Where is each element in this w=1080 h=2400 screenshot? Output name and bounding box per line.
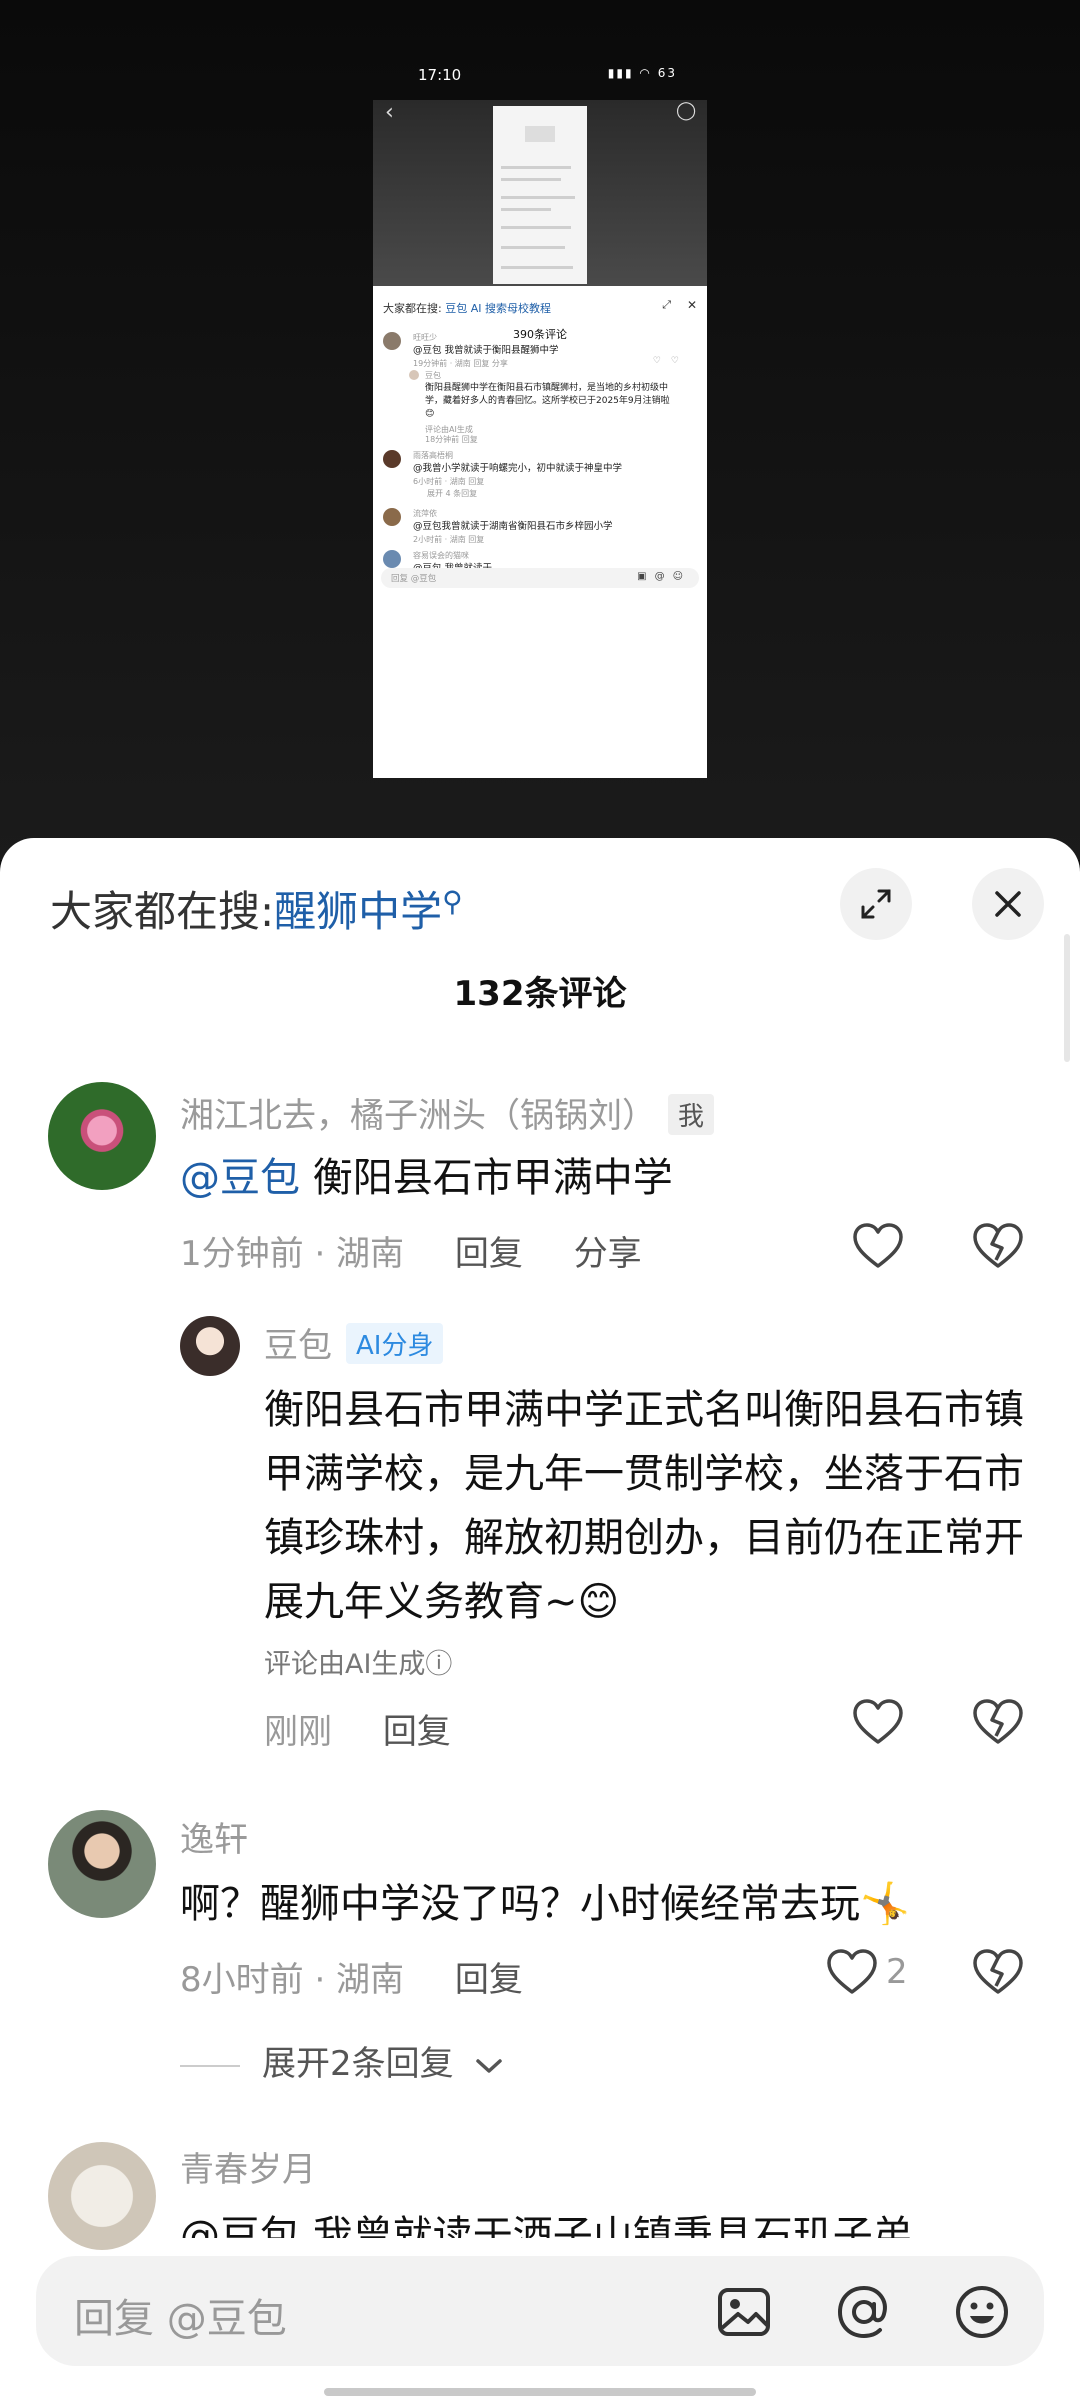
thumbnail-commenter-name: 豆包 [425,371,441,380]
thumbnail-expand-icon: ⤢ [662,298,671,311]
thumbnail-comment-meta: 2小时前 · 湖南 回复 [413,535,485,544]
comment-meta: 1分钟前 · 湖南 回复 分享 [180,1226,642,1275]
battery-level: 63 [657,66,677,80]
thumbnail-like-icons: ♡♡ [652,356,689,366]
status-icons: ▮▮▮ ◠ 63 [607,66,677,80]
avatar [383,450,401,468]
reply-author[interactable]: 豆包 AI分身 [264,1318,444,1367]
avatar [409,370,419,380]
thumbnail-search-link: 豆包 AI 搜索母校教程 [445,302,551,315]
commenter-name[interactable]: 逸轩 [180,1812,248,1861]
search-suggestion-label: 大家都在搜: [50,887,275,936]
comment-sheet: 大家都在搜:醒狮中学⚲ 132条评论 湘江北去，橘子洲头（锅锅刘） 我 @豆包 衡… [0,838,1080,2400]
backdrop: 大家都在搜: 豆包 AI 搜索母校教程 ⤢ ✕ 390条评论 旺旺少 @豆包 我… [0,0,1080,860]
avatar[interactable] [48,2142,156,2250]
comment-text: 啊？醒狮中学没了吗？小时候经常去玩🤸 [180,1881,910,1927]
thumbnail-comment-text: @豆包我曾就读于湖南省衡阳县石市乡梓园小学 [413,521,613,532]
thumbnail-commenter-name: 容易误会的猫咪 [413,551,469,560]
thumbnail-back-icon: ‹ [385,100,394,125]
comment-meta: 8小时前 · 湖南 回复 [180,1952,523,2001]
comment-text: @豆包 衡阳县石市甲满中学 [180,1146,1020,1210]
close-button[interactable] [972,868,1044,940]
thumbnail-comment-meta: 6小时前 · 湖南 回复 [413,477,485,486]
avatar[interactable] [48,1810,156,1918]
dislike-icon[interactable] [972,1698,1024,1746]
like-count: 2 [886,1952,908,1992]
search-icon: ⚲ [442,885,463,918]
commenter-name[interactable]: 青春岁月 [180,2142,316,2191]
comment-text: @豆包 我曾就读于酒子山镇秉县石玑子弟 [180,2213,913,2238]
thumbnail-nested-screenshot [493,106,587,284]
thumbnail-expand-replies: 展开 4 条回复 [427,489,478,498]
comment-count: 132条评论 [453,974,627,1014]
thumbnail-input-placeholder: 回复 @豆包 [391,574,437,584]
comment-body: 衡阳县石市甲满中学 [312,1155,673,1201]
like-icon[interactable] [826,1948,878,1996]
screenshot-thumbnail: 大家都在搜: 豆包 AI 搜索母校教程 ⤢ ✕ 390条评论 旺旺少 @豆包 我… [373,100,707,778]
chevron-down-icon [476,2058,503,2073]
share-button[interactable]: 分享 [574,1234,642,1274]
image-icon[interactable] [716,2284,772,2340]
divider [180,2064,240,2067]
ai-generated-note[interactable]: 评论由AI生成ⓘ [264,1642,452,1681]
expand-icon [861,889,891,919]
reply-input[interactable]: 回复 @豆包 [36,2256,1044,2366]
comment-time-location: 8小时前 · 湖南 [180,1960,405,2000]
thumbnail-reply-input: 回复 @豆包 ▣@☺ [381,568,699,588]
reply-author-name: 豆包 [264,1326,332,1366]
expand-replies-button[interactable]: 展开2条回复 [180,2036,504,2085]
thumbnail-comment-panel: 大家都在搜: 豆包 AI 搜索母校教程 ⤢ ✕ 390条评论 旺旺少 @豆包 我… [373,286,707,778]
search-suggestion-link[interactable]: 醒狮中学 [274,887,442,936]
avatar[interactable] [48,1082,156,1190]
reply-time: 刚刚 [264,1712,332,1752]
like-icon[interactable] [852,1698,904,1746]
comment-text-clip: @豆包 我曾就读于酒子山镇秉县石玑子弟 [180,2204,1040,2238]
avatar[interactable] [180,1316,240,1376]
scrollbar[interactable] [1064,934,1070,1062]
thumbnail-commenter-name: 流萍依 [413,509,437,518]
reply-input-placeholder: 回复 @豆包 [74,2296,287,2342]
avatar [383,550,401,568]
thumbnail-comment-text: @我曾小学就读于响螺完小，初中就读于神皇中学 [413,463,623,474]
status-time: 17:10 [418,66,462,84]
reply-text: 衡阳县石市甲满中学正式名叫衡阳县石市镇甲满学校，是九年一贯制学校，坐落于石市镇珍… [264,1387,1024,1625]
search-suggestion[interactable]: 大家都在搜:醒狮中学⚲ [50,878,463,939]
dislike-icon[interactable] [972,1222,1024,1270]
comment-time-location: 1分钟前 · 湖南 [180,1234,405,1274]
commenter-name[interactable]: 湘江北去，橘子洲头（锅锅刘） 我 [180,1088,715,1137]
expand-button[interactable] [840,868,912,940]
expand-replies-label: 展开2条回复 [262,2044,454,2084]
thumbnail-search-hint: 大家都在搜: 豆包 AI 搜索母校教程 [383,300,551,316]
mention-link[interactable]: @豆包 [180,1155,300,1201]
thumbnail-comment-text: 衡阳县醒狮中学在衡阳县石市镇醒狮村，是当地的乡村初级中学，藏着好多人的青春回忆。… [425,383,670,419]
thumbnail-top-area [373,100,707,286]
thumbnail-commenter-name: 雨落高梧桐 [413,451,453,460]
background-status-bar: 17:10 ▮▮▮ ◠ 63 [373,62,713,90]
like-icon[interactable] [852,1222,904,1270]
thumbnail-input-icons: ▣@☺ [637,571,691,582]
commenter-name-text: 湘江北去，橘子洲头（锅锅刘） [180,1096,656,1136]
mention-icon[interactable] [836,2284,892,2340]
reply-button[interactable]: 回复 [455,1960,523,2000]
emoji-icon[interactable] [954,2284,1010,2340]
avatar [383,332,401,350]
reply-button[interactable]: 回复 [455,1234,523,1274]
dislike-icon[interactable] [972,1948,1024,1996]
thumbnail-close-icon: ✕ [686,298,697,312]
thumbnail-search-prefix: 大家都在搜: [383,302,442,315]
close-icon [995,891,1021,917]
thumbnail-comment-text: @豆包 我曾就读于衡阳县醒狮中学 [413,345,559,356]
home-indicator[interactable] [324,2388,756,2396]
thumbnail-commenter-name: 旺旺少 [413,333,437,342]
reply-meta: 刚刚 回复 [264,1704,451,1753]
thumbnail-comment-meta: 19分钟前 · 湖南 回复 分享 [413,359,508,368]
thumbnail-search-icon: ◯ [676,100,697,121]
reply-button[interactable]: 回复 [383,1712,451,1752]
avatar [383,508,401,526]
thumbnail-comment-meta: 18分钟前 回复 [425,435,478,444]
me-badge: 我 [668,1094,715,1135]
ai-badge: AI分身 [346,1323,444,1364]
